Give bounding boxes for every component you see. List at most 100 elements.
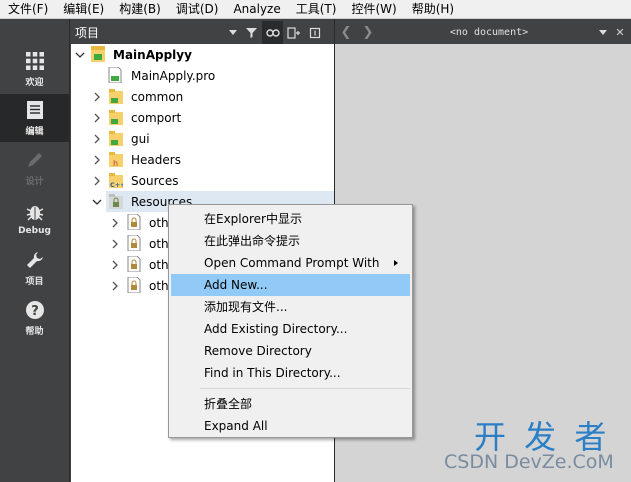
ctx-add-new[interactable]: Add New... — [171, 274, 410, 296]
mode-label: 欢迎 — [25, 78, 44, 88]
tree-row-folder[interactable]: gui — [71, 128, 334, 149]
filter-button[interactable] — [241, 21, 262, 44]
mode-edit[interactable]: 编辑 — [0, 94, 69, 142]
tree-label: MainApply.pro — [131, 68, 216, 83]
mode-projects[interactable]: 项目 — [0, 244, 69, 292]
ctx-add-existing-files[interactable]: 添加现有文件... — [171, 296, 410, 318]
watermark-caption: CSDN DevZe.CoM — [444, 451, 614, 473]
folder-lock-icon — [109, 194, 123, 209]
menu-help[interactable]: 帮助(H) — [404, 0, 461, 19]
tree-row-file[interactable]: MainApply.pro — [71, 65, 334, 86]
tree-label: Headers — [131, 152, 181, 167]
bug-icon — [23, 201, 47, 223]
mode-label: 编辑 — [25, 127, 44, 137]
chevron-down-icon[interactable] — [599, 30, 607, 35]
chevron-right-icon[interactable] — [110, 260, 120, 270]
chevron-right-icon[interactable] — [110, 239, 120, 249]
close-pane-icon — [309, 27, 320, 38]
ctx-collapse-all[interactable]: 折叠全部 — [171, 393, 410, 415]
tree-row-folder[interactable]: comport — [71, 107, 334, 128]
mode-label: 项目 — [25, 277, 44, 287]
lock-file-icon — [127, 277, 141, 293]
chevron-left-icon: ❮ — [340, 25, 352, 40]
tree-label: comport — [131, 110, 182, 125]
lock-file-icon — [127, 214, 141, 230]
mode-label: 帮助 — [25, 327, 44, 337]
view-selector[interactable]: 项目 — [71, 21, 241, 44]
pro-file-icon — [108, 67, 122, 83]
ctx-remove-directory[interactable]: Remove Directory — [171, 340, 410, 362]
mode-debug[interactable]: Debug — [0, 194, 69, 242]
menu-tools[interactable]: 工具(T) — [288, 0, 344, 19]
menu-bar: 文件(F) 编辑(E) 构建(B) 调试(D) Analyze 工具(T) 控件… — [0, 0, 631, 19]
tree-label: gui — [131, 131, 150, 146]
tree-row-folder[interactable]: common — [71, 86, 334, 107]
chevron-down-icon[interactable] — [92, 197, 102, 207]
submenu-arrow-icon — [394, 260, 398, 266]
project-toolbar: 项目 — [71, 21, 334, 44]
tree-row-folder[interactable]: h Headers — [71, 149, 334, 170]
tree-label: oth — [149, 257, 169, 272]
ctx-open-command-prompt-with[interactable]: Open Command Prompt With — [171, 252, 410, 274]
wrench-icon — [23, 249, 47, 271]
back-button[interactable]: ❮ — [335, 21, 357, 44]
svg-text:?: ? — [31, 304, 39, 319]
svg-text:C++: C++ — [110, 181, 123, 189]
split-button[interactable] — [283, 21, 304, 44]
lock-file-icon — [127, 235, 141, 251]
ctx-add-existing-directory[interactable]: Add Existing Directory... — [171, 318, 410, 340]
tree-label: oth — [149, 278, 169, 293]
split-icon — [286, 26, 300, 39]
qt-project-icon — [91, 46, 105, 62]
ctx-find-in-directory[interactable]: Find in This Directory... — [171, 362, 410, 384]
tree-row-folder[interactable]: C++ Sources — [71, 170, 334, 191]
document-selector[interactable]: <no document> — [379, 27, 599, 38]
tree-label: Sources — [131, 173, 179, 188]
close-document-icon[interactable]: ✕ — [613, 26, 627, 39]
editor-toolbar: ❮ ❯ <no document> ✕ — [335, 21, 631, 44]
link-editor-button[interactable] — [262, 21, 283, 44]
chevron-down-icon — [229, 30, 237, 35]
chevron-right-icon[interactable] — [92, 176, 102, 186]
tree-label: oth — [149, 215, 169, 230]
mode-help[interactable]: ? 帮助 — [0, 294, 69, 342]
menu-edit[interactable]: 编辑(E) — [55, 0, 111, 19]
link-icon — [265, 28, 280, 37]
chevron-right-icon[interactable] — [92, 134, 102, 144]
document-icon — [23, 99, 47, 121]
chevron-right-icon: ❯ — [362, 25, 374, 40]
help-icon: ? — [23, 299, 47, 321]
view-selector-label: 项目 — [75, 26, 100, 40]
chevron-right-icon[interactable] — [92, 92, 102, 102]
ctx-expand-all[interactable]: Expand All — [171, 415, 410, 437]
mode-design[interactable]: 设计 — [0, 144, 69, 192]
tree-row-project[interactable]: MainApplyy — [71, 44, 334, 65]
chevron-down-icon[interactable] — [75, 50, 85, 60]
mode-welcome[interactable]: 欢迎 — [0, 45, 69, 93]
menu-analyze[interactable]: Analyze — [225, 0, 287, 19]
chevron-right-icon[interactable] — [110, 281, 120, 291]
chevron-right-icon[interactable] — [110, 218, 120, 228]
ctx-label: Open Command Prompt With — [204, 256, 380, 270]
forward-button[interactable]: ❯ — [357, 21, 379, 44]
ctx-open-command-prompt-here[interactable]: 在此弹出命令提示 — [171, 230, 410, 252]
folder-qt-icon — [109, 89, 123, 104]
mode-label: Debug — [18, 225, 51, 236]
lock-file-icon — [127, 256, 141, 272]
tree-label: common — [131, 89, 184, 104]
menu-file[interactable]: 文件(F) — [0, 0, 55, 19]
folder-qt-icon — [109, 110, 123, 125]
chevron-right-icon[interactable] — [92, 155, 102, 165]
tree-label: oth — [149, 236, 169, 251]
menu-build[interactable]: 构建(B) — [111, 0, 168, 19]
mode-label: 设计 — [25, 177, 44, 187]
chevron-right-icon[interactable] — [92, 113, 102, 123]
folder-cpp-icon: C++ — [109, 173, 123, 189]
menu-widgets[interactable]: 控件(W) — [343, 0, 403, 19]
context-menu: 在Explorer中显示 在此弹出命令提示 Open Command Promp… — [168, 204, 413, 438]
svg-text:h: h — [113, 159, 118, 168]
tree-label: MainApplyy — [113, 47, 192, 62]
close-pane-button[interactable] — [304, 21, 325, 44]
menu-debug[interactable]: 调试(D) — [168, 0, 226, 19]
ctx-show-in-explorer[interactable]: 在Explorer中显示 — [171, 208, 410, 230]
